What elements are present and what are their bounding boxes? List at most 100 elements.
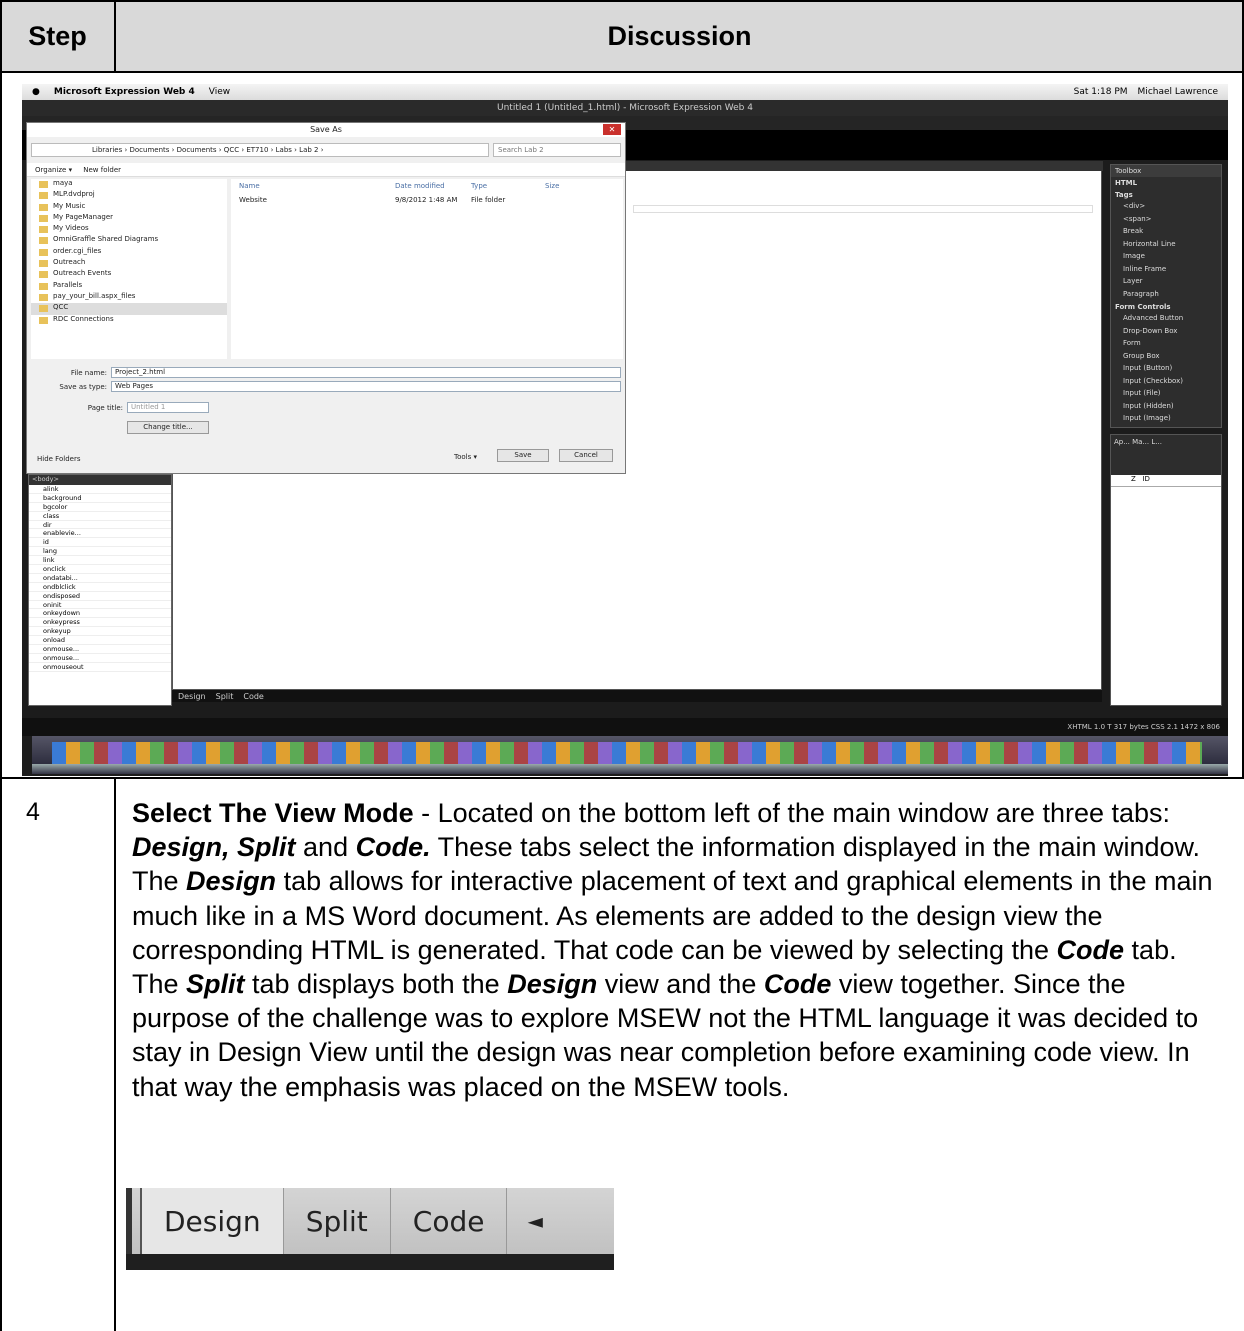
tag-prop: alink xyxy=(29,485,171,494)
search-field: Search Lab 2 xyxy=(493,143,621,157)
file-row: Website 9/8/2012 1:48 AM File folder xyxy=(239,196,506,204)
emphasis: Code xyxy=(763,969,832,1000)
folder-item: QCC xyxy=(31,303,227,315)
toolbox-item: Paragraph xyxy=(1123,289,1159,298)
toolbox-item: Inline Frame xyxy=(1123,264,1167,273)
save-as-dialog: Save As ✕ Libraries › Documents › Docume… xyxy=(26,122,626,474)
discussion-text: Select The View Mode - Located on the bo… xyxy=(132,796,1224,1104)
folder-item: pay_your_bill.aspx_files xyxy=(31,292,227,303)
emphasis: Design xyxy=(186,866,277,897)
panel-tabs: Ap... Ma... L... xyxy=(1111,435,1221,455)
organize-menu: Organize ▾ xyxy=(35,166,73,174)
tag-prop: onmouseout xyxy=(29,663,171,672)
toolbox-item: Drop-Down Box xyxy=(1123,326,1178,335)
savetype-field: Web Pages xyxy=(111,381,621,392)
toolbox-item: Input (Hidden) xyxy=(1123,401,1174,410)
header-discussion-cell: Discussion xyxy=(115,0,1244,72)
tag-prop: oninit xyxy=(29,601,171,610)
folder-item: Outreach Events xyxy=(31,269,227,280)
text-run: view and the xyxy=(597,969,764,1000)
tag-prop: bgcolor xyxy=(29,503,171,512)
apple-icon: ● xyxy=(32,87,40,97)
toolbox-item: Form xyxy=(1123,339,1141,347)
toolbox-item: Horizontal Line xyxy=(1123,239,1176,248)
tab-split: Split xyxy=(215,691,234,701)
toolbox-html-group: HTML xyxy=(1115,179,1138,187)
folder-item: My Videos xyxy=(31,224,227,235)
tabs-underbar xyxy=(126,1254,614,1270)
document-table: Step Discussion ● Microsoft Expression W… xyxy=(0,0,1244,1331)
tag-prop: background xyxy=(29,494,171,503)
tag-prop: ondatabi... xyxy=(29,574,171,583)
change-title-button: Change title... xyxy=(127,421,209,434)
tag-prop: dir xyxy=(29,521,171,530)
text-run: and xyxy=(295,832,356,863)
header-step: Step xyxy=(28,20,87,51)
editor-body-placeholder xyxy=(633,205,1093,213)
folder-item: OmniGraffle Shared Diagrams xyxy=(31,235,227,246)
toolbox-item: Input (Button) xyxy=(1123,364,1173,372)
tag-prop: id xyxy=(29,538,171,548)
filename-label: File name: xyxy=(70,369,107,377)
mac-app-name: Microsoft Expression Web 4 xyxy=(53,87,195,97)
tools-menu: Tools ▾ xyxy=(454,453,477,461)
status-bar: XHTML 1.0 T 317 bytes CSS 2.1 1472 x 806 xyxy=(22,718,1228,736)
toolbox-item: Group Box xyxy=(1123,351,1160,360)
emphasis: Design xyxy=(507,969,598,1000)
tag-prop: ondblclick xyxy=(29,583,171,592)
apply-styles-panel: Ap... Ma... L... Z ID xyxy=(1110,434,1222,706)
column-divider-top xyxy=(114,0,116,73)
text-run: tab allows for interactive placement of … xyxy=(132,866,1213,965)
organize-bar: Organize ▾ New folder xyxy=(27,163,625,177)
tag-prop: onkeypress xyxy=(29,618,171,628)
tag-prop: enablevie... xyxy=(29,529,171,539)
toolbox-item: Input (File) xyxy=(1123,389,1161,397)
filename-field: Project_2.html xyxy=(111,367,621,378)
folder-tree: maya MLP.dvdproj My Music My PageManager… xyxy=(31,179,227,359)
panel-icons xyxy=(1111,455,1221,475)
mac-menu-bar: ● Microsoft Expression Web 4 View Sat 1:… xyxy=(22,84,1228,100)
pagetitle-field: Untitled 1 xyxy=(127,402,209,413)
file-list: Name Date modified Type Size Website 9/8… xyxy=(231,179,623,359)
tag-prop: onkeydown xyxy=(29,609,171,619)
tab-design: Design xyxy=(178,691,206,701)
hide-folders-button: Hide Folders xyxy=(37,455,81,463)
text-run: tab displays both the xyxy=(244,969,508,1000)
tag-prop: onmouse... xyxy=(29,654,171,663)
folder-item: order.cgi_files xyxy=(31,247,227,258)
scroll-left-icon: ◄ xyxy=(527,1209,543,1233)
split-tab: Split xyxy=(284,1188,391,1254)
section-title: Select The View Mode xyxy=(132,798,414,828)
tag-prop: class xyxy=(29,512,171,521)
emphasis: Code. xyxy=(355,832,431,863)
table-top-border xyxy=(0,0,1244,2)
expression-web-screenshot: ● Microsoft Expression Web 4 View Sat 1:… xyxy=(22,84,1228,776)
tag-properties-panel: <body> alink background bgcolor class di… xyxy=(28,474,172,706)
folder-item: Parallels xyxy=(31,281,227,292)
view-mode-tabs: Design Split Code xyxy=(172,690,1102,702)
folder-item: maya xyxy=(31,179,227,190)
toolbox-form-group: Form Controls xyxy=(1115,303,1171,311)
toolbox-item: Layer xyxy=(1123,277,1143,285)
address-bar: Libraries › Documents › Documents › QCC … xyxy=(31,143,489,157)
tab-code: Code xyxy=(243,691,264,701)
toolbox-item: <span> xyxy=(1123,214,1152,223)
emphasis: Split xyxy=(186,969,245,1000)
design-tab: Design xyxy=(140,1188,284,1254)
body-tag-label: <body> xyxy=(29,475,171,485)
code-tab: Code xyxy=(391,1188,508,1254)
view-tabs-image: Design Split Code ◄ xyxy=(126,1188,614,1270)
mac-clock: Sat 1:18 PM xyxy=(1073,87,1128,97)
dock-shelf xyxy=(32,764,1228,774)
step-number: 4 xyxy=(26,798,40,826)
savetype-label: Save as type: xyxy=(59,383,107,391)
column-divider-bottom xyxy=(114,778,116,1331)
text-run: - Located on the bottom left of the main… xyxy=(413,798,1171,828)
toolbox-item: Input (Image) xyxy=(1123,414,1171,422)
toolbox-tags-group: Tags xyxy=(1115,191,1133,199)
mac-menu-view: View xyxy=(208,87,231,97)
tag-prop: ondisposed xyxy=(29,592,171,601)
folder-item: Outreach xyxy=(31,258,227,269)
toolbox-item: Break xyxy=(1123,227,1144,235)
header-discussion: Discussion xyxy=(607,20,752,51)
